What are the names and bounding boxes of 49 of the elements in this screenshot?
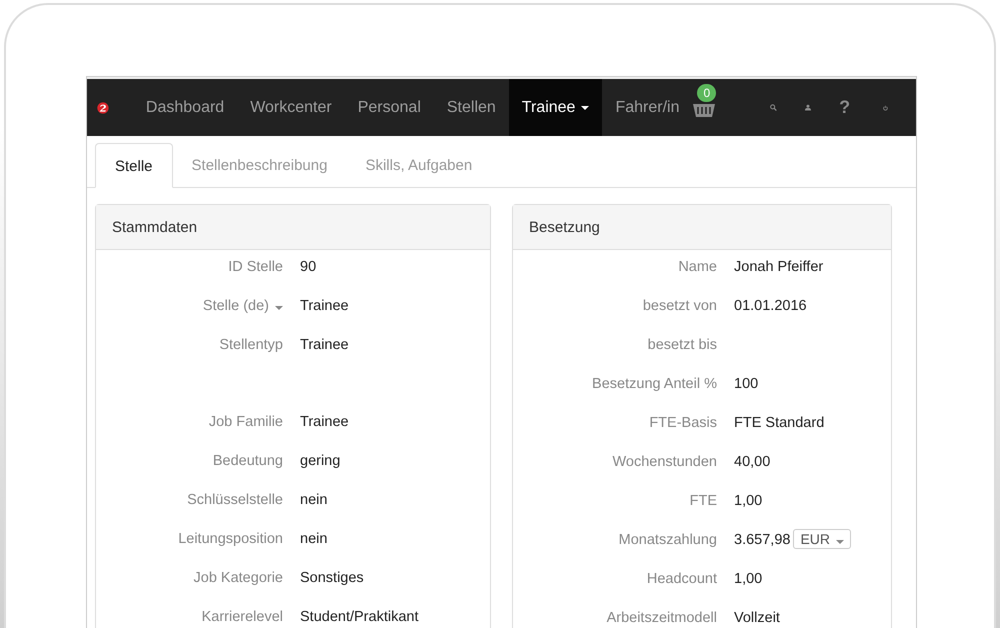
nav-item[interactable]: Personal	[344, 79, 434, 136]
nav-item[interactable]: Workcenter	[237, 79, 345, 136]
field-label[interactable]: Stelle (de)	[202, 298, 283, 314]
field-label: Schlüsselstelle	[187, 492, 283, 508]
field-value: Jonah Pfeiffer	[734, 259, 824, 275]
help-icon[interactable]: ?	[839, 97, 850, 118]
field-value: 3.657,98	[734, 532, 790, 548]
field-value: Trainee	[300, 337, 349, 353]
field-label: Monatszahlung	[618, 532, 717, 548]
nav-item[interactable]: Dashboard	[132, 79, 238, 136]
count-badge: 0	[697, 84, 716, 102]
field-label: Job Familie	[208, 414, 283, 430]
field-label: Bedeutung	[212, 453, 283, 469]
field-label: FTE-Basis	[649, 415, 717, 431]
field-label: besetzt bis	[648, 337, 717, 353]
field-label: Besetzung Anteil %	[592, 376, 717, 392]
field-value: 1,00	[734, 571, 762, 587]
panel-title: Stammdaten	[112, 218, 198, 236]
field-value: nein	[300, 531, 328, 547]
tab[interactable]: Stelle	[95, 143, 173, 188]
field-value: 100	[734, 376, 758, 392]
nav-item[interactable]: Fahrer/in	[602, 79, 692, 136]
nav-item[interactable]: Trainee	[508, 79, 602, 136]
nav-item[interactable]: Stellen	[434, 79, 509, 136]
field-label: Job Kategorie	[194, 570, 283, 586]
field-label: Headcount	[646, 571, 717, 587]
field-value: Sonstiges	[300, 570, 364, 586]
field-value: 1,00	[734, 493, 762, 509]
field-value: 40,00	[734, 454, 770, 470]
field-value: Student/Praktikant	[300, 609, 418, 625]
field-label: Name	[678, 259, 717, 275]
field-label: besetzt von	[642, 298, 717, 314]
field-label: FTE	[690, 493, 717, 509]
field-label: ID Stelle	[228, 259, 283, 275]
field-value: nein	[300, 492, 328, 508]
field-label: Stellentyp	[219, 337, 283, 353]
currency-select[interactable]: EUR	[793, 529, 852, 549]
field-value: Trainee	[300, 298, 349, 314]
field-value: gering	[300, 453, 340, 469]
field-label: Arbeitszeitmodell	[606, 610, 717, 626]
field-label: Leitungsposition	[178, 531, 283, 547]
field-label: Karrierelevel	[202, 609, 283, 625]
field-value: Trainee	[300, 414, 349, 430]
panel-title: Besetzung	[529, 218, 600, 236]
field-value: Vollzeit	[734, 610, 780, 626]
field-value: 90	[300, 259, 316, 275]
field-value: FTE Standard	[734, 415, 824, 431]
field-label: Wochenstunden	[612, 454, 717, 470]
field-value: 01.01.2016	[734, 298, 807, 314]
